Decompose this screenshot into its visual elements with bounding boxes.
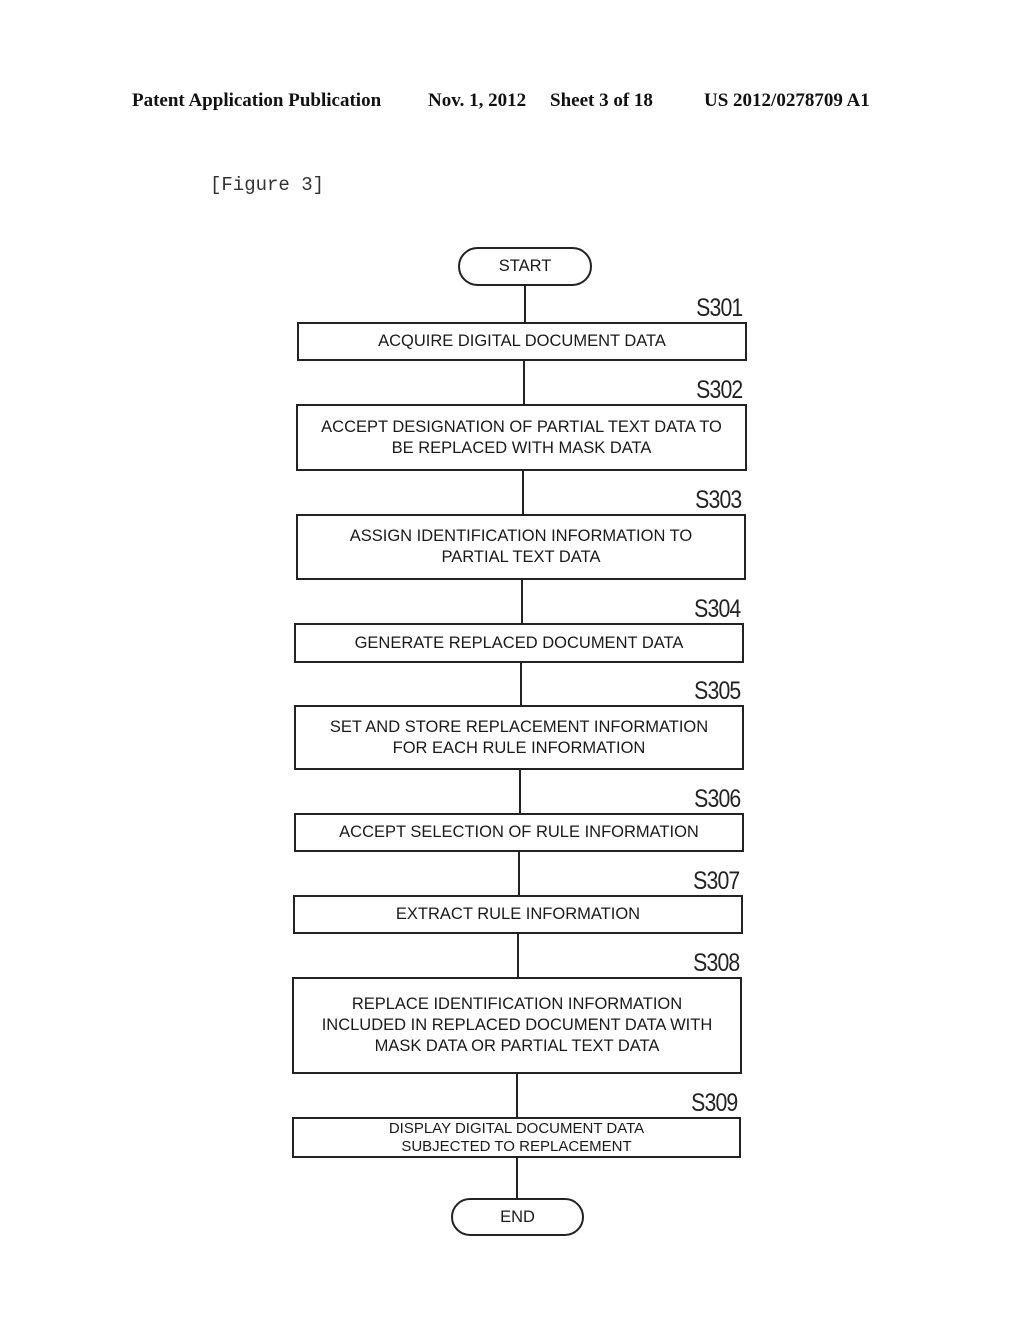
step-label-s302: S302 — [695, 376, 743, 404]
step-label-s307: S307 — [692, 867, 740, 895]
step-s303: ASSIGN IDENTIFICATION INFORMATION TO PAR… — [296, 514, 746, 580]
step-label-s309: S309 — [690, 1089, 738, 1117]
connector — [518, 851, 520, 896]
end-terminal: END — [451, 1198, 584, 1236]
publication-date: Nov. 1, 2012 — [428, 90, 527, 111]
step-s304: GENERATE REPLACED DOCUMENT DATA — [294, 623, 744, 663]
step-label-s301: S301 — [695, 294, 743, 322]
step-s309: DISPLAY DIGITAL DOCUMENT DATA SUBJECTED … — [292, 1117, 741, 1158]
connector — [516, 1073, 518, 1118]
step-s307: EXTRACT RULE INFORMATION — [293, 895, 743, 934]
publication-title: Patent Application Publication — [132, 90, 382, 111]
step-label-s304: S304 — [693, 595, 741, 623]
step-s302: ACCEPT DESIGNATION OF PARTIAL TEXT DATA … — [296, 404, 747, 471]
step-label-s308: S308 — [692, 949, 740, 977]
connector — [517, 933, 519, 978]
connector — [521, 579, 523, 624]
connector — [524, 285, 526, 322]
connector — [523, 360, 525, 404]
step-label-s305: S305 — [693, 677, 741, 705]
step-label-s306: S306 — [693, 785, 741, 813]
step-s301: ACQUIRE DIGITAL DOCUMENT DATA — [297, 322, 747, 361]
figure-label: [Figure 3] — [210, 174, 325, 196]
connector — [522, 470, 524, 515]
step-s308: REPLACE IDENTIFICATION INFORMATION INCLU… — [292, 977, 742, 1074]
step-s305: SET AND STORE REPLACEMENT INFORMATION FO… — [294, 705, 744, 770]
sheet-number: Sheet 3 of 18 — [550, 90, 653, 111]
connector — [520, 662, 522, 706]
step-s306: ACCEPT SELECTION OF RULE INFORMATION — [294, 813, 744, 852]
step-label-s303: S303 — [694, 486, 742, 514]
patent-number: US 2012/0278709 A1 — [704, 90, 870, 111]
start-terminal: START — [458, 247, 592, 286]
connector — [519, 769, 521, 814]
connector — [516, 1157, 518, 1199]
